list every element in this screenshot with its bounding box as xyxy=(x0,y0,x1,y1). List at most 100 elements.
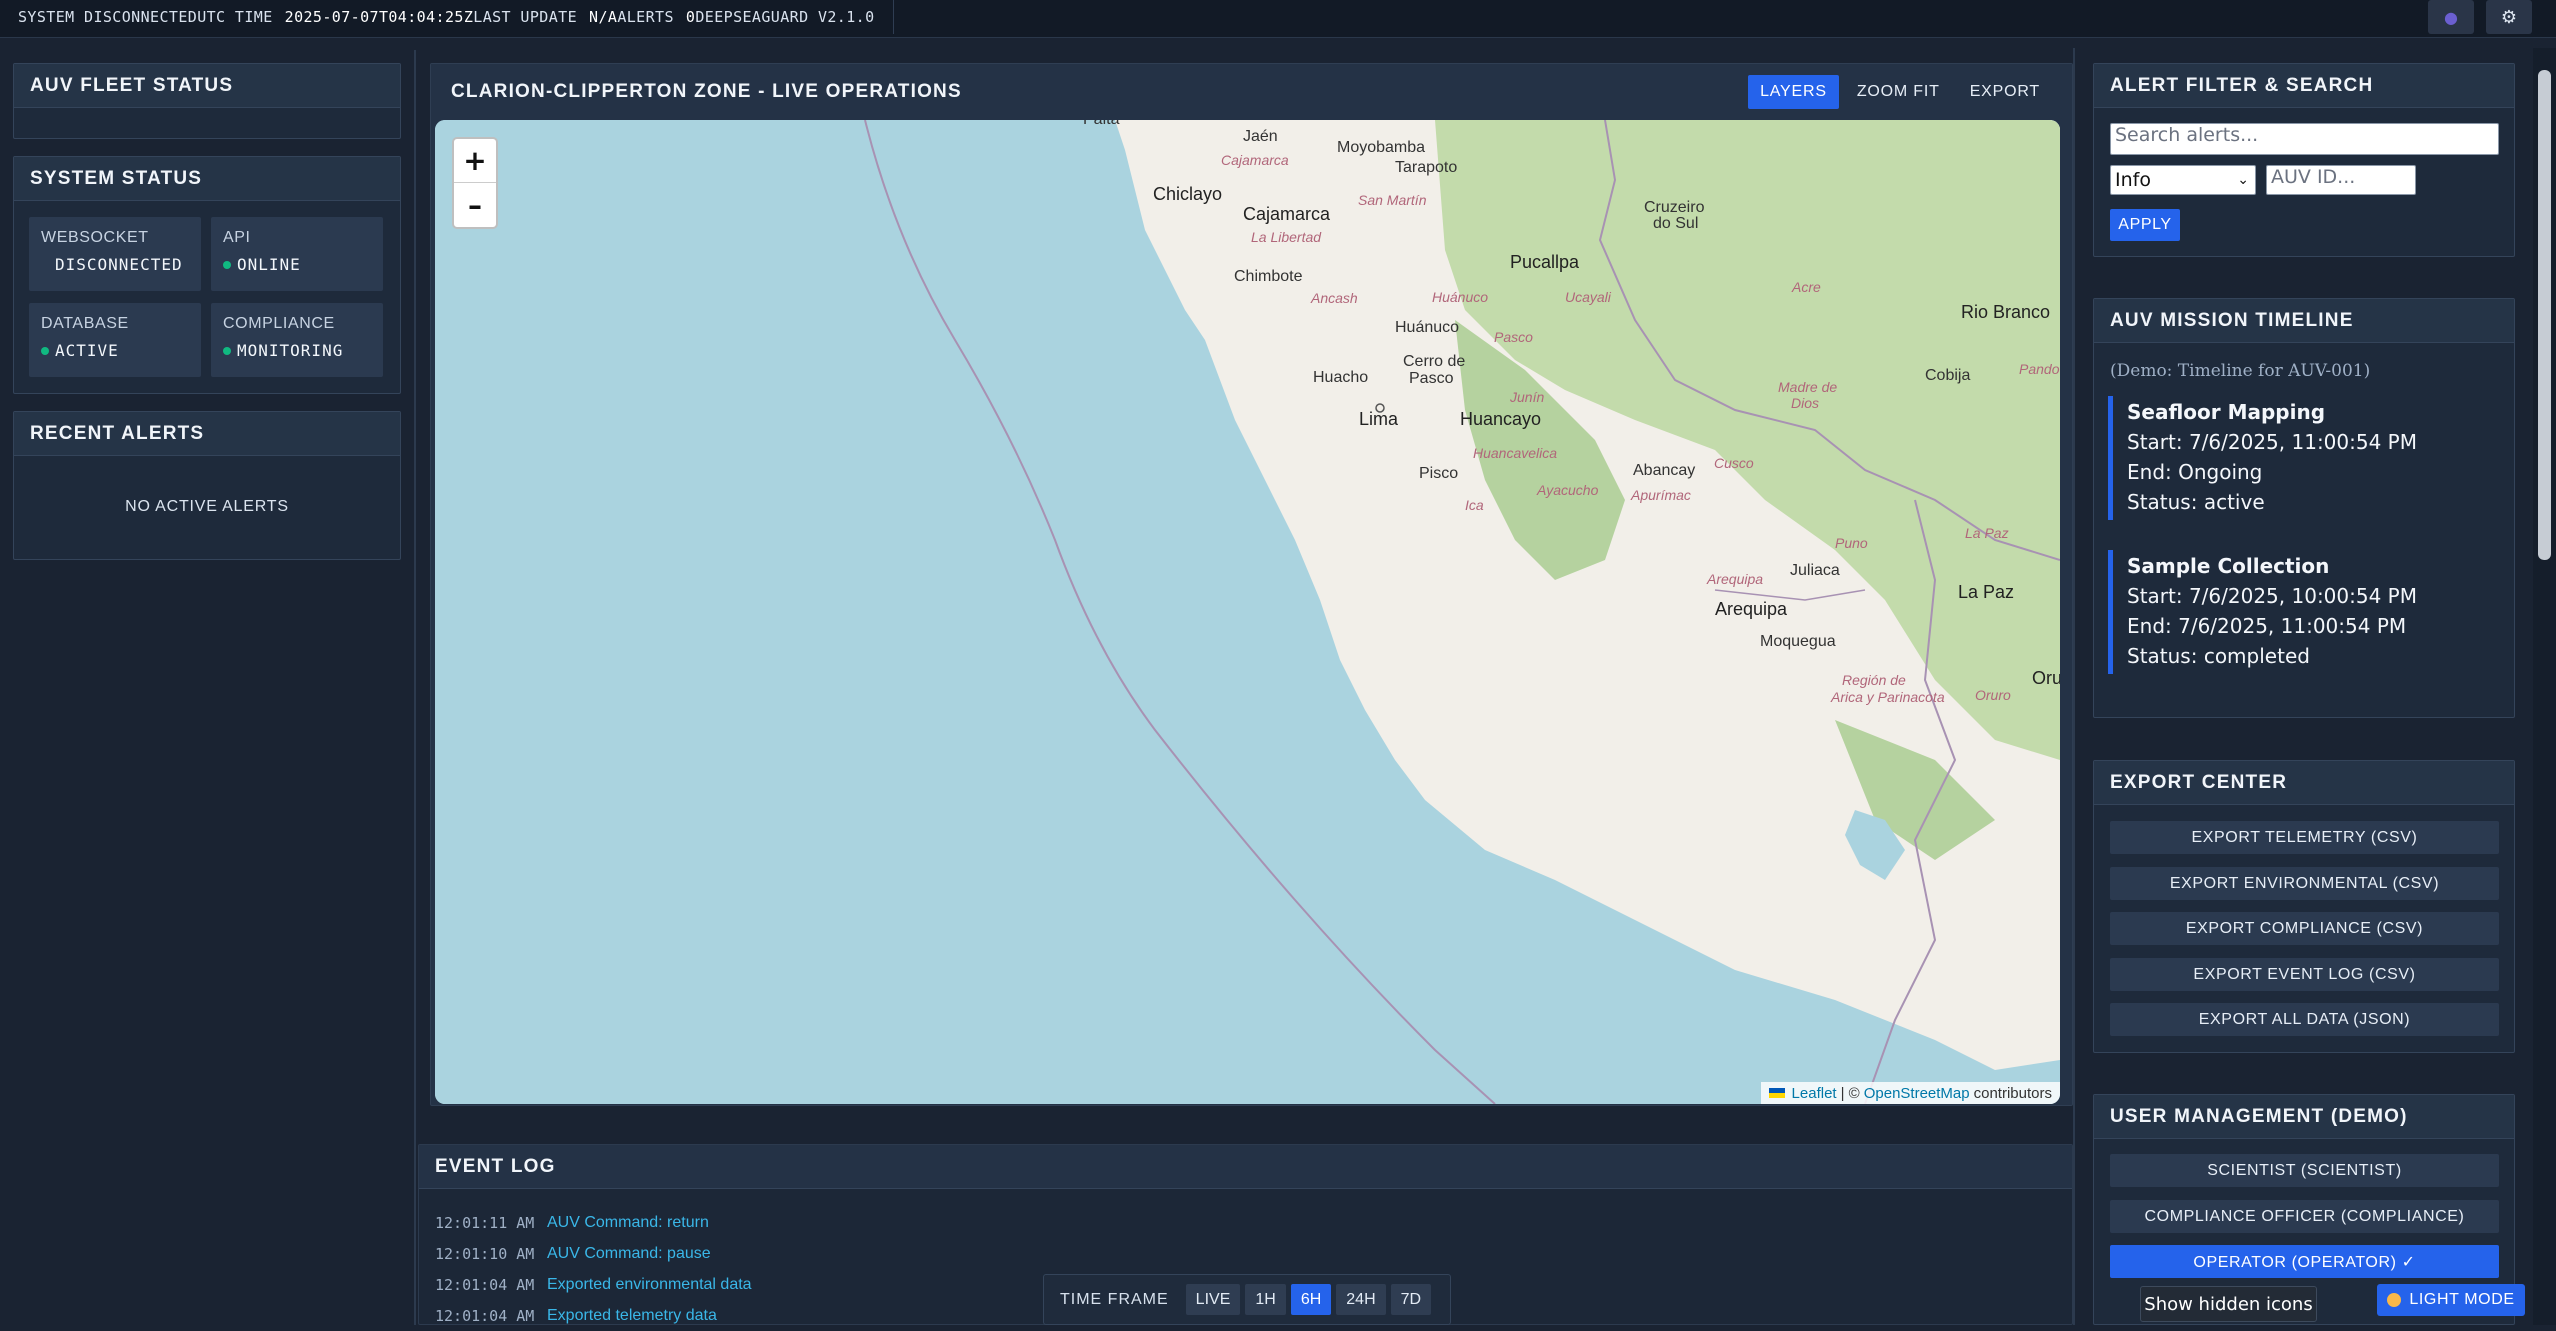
status-dot-icon xyxy=(41,346,49,355)
map-tiles: Chiclayo Cajamarca Pucallpa Lima Huancay… xyxy=(435,120,2060,1104)
user-compliance-button[interactable]: COMPLIANCE OFFICER (COMPLIANCE) xyxy=(2110,1200,2499,1233)
utc-value: 2025-07-07T04:04:25Z xyxy=(284,8,474,26)
auv-id-input[interactable]: AUV ID... xyxy=(2266,165,2416,195)
map-canvas[interactable]: Chiclayo Cajamarca Pucallpa Lima Huancay… xyxy=(435,120,2060,1104)
event-item: 12:01:10 AM AUV Command: pause xyxy=(435,1238,752,1269)
timeframe-6h-button[interactable]: 6H xyxy=(1290,1284,1332,1315)
alert-filter-panel: ALERT FILTER & SEARCH Search alerts... I… xyxy=(2093,63,2515,257)
system-status-title: SYSTEM STATUS xyxy=(14,157,400,201)
leaflet-link[interactable]: Leaflet xyxy=(1792,1085,1837,1102)
map-label-city: Cruzeiro xyxy=(1644,199,1705,216)
map-label-region: Arica y Parinacota xyxy=(1830,689,1945,705)
layers-button[interactable]: LAYERS xyxy=(1748,75,1839,109)
severity-select[interactable]: Info ⌄ xyxy=(2110,165,2256,195)
timeline-item-status: Status: active xyxy=(2127,490,2265,514)
event-list: 12:01:11 AM AUV Command: return 12:01:10… xyxy=(435,1207,752,1331)
utc-label: UTC TIME xyxy=(197,8,273,26)
status-websocket: WEBSOCKET DISCONNECTED xyxy=(29,217,201,291)
alerts-label: ALERTS xyxy=(617,8,674,26)
last-update-label: LAST UPDATE xyxy=(473,8,578,26)
user-icon[interactable]: ● xyxy=(2428,0,2474,34)
light-mode-toggle[interactable]: LIGHT MODE xyxy=(2377,1284,2525,1316)
map-label-region: Ucayali xyxy=(1565,289,1612,305)
no-alerts-text: NO ACTIVE ALERTS xyxy=(125,498,289,515)
app-brand: DEEPSEAGUARD V2.1.0 xyxy=(695,8,875,26)
time-frame-label: TIME FRAME xyxy=(1060,1290,1169,1308)
event-log-title: EVENT LOG xyxy=(419,1145,2072,1189)
status-dot-icon xyxy=(223,260,231,269)
osm-link[interactable]: OpenStreetMap xyxy=(1864,1085,1970,1102)
map-label-region: Acre xyxy=(1791,279,1821,295)
alerts-count: 0 xyxy=(685,8,696,26)
map-label-region: Cusco xyxy=(1714,455,1754,471)
hidden-icons-tooltip: Show hidden icons xyxy=(2140,1286,2317,1322)
last-update-value: N/A xyxy=(589,8,618,26)
event-message: Exported environmental data xyxy=(547,1275,752,1293)
map-label-city: Chiclayo xyxy=(1153,184,1222,204)
apply-button[interactable]: APPLY xyxy=(2110,209,2180,241)
timeframe-7d-button[interactable]: 7D xyxy=(1390,1284,1432,1315)
status-compliance: COMPLIANCE MONITORING xyxy=(211,303,383,377)
map-label-city: Pisco xyxy=(1419,465,1458,482)
map-attribution: Leaflet | © OpenStreetMap contributors xyxy=(1760,1082,2060,1104)
map-label-region: Huancavelica xyxy=(1473,445,1557,461)
timeline-note: (Demo: Timeline for AUV-001) xyxy=(2110,361,2371,381)
map-actions: LAYERS ZOOM FIT EXPORT xyxy=(1748,75,2052,109)
map-label-region: Región de xyxy=(1842,672,1906,688)
status-label: WEBSOCKET xyxy=(41,229,149,246)
map-label-city: Paita xyxy=(1083,120,1120,128)
event-item: 12:01:11 AM AUV Command: return xyxy=(435,1207,752,1238)
map-label-region: Ancash xyxy=(1310,290,1358,306)
export-compliance-button[interactable]: EXPORT COMPLIANCE (CSV) xyxy=(2110,912,2499,945)
export-all-data-button[interactable]: EXPORT ALL DATA (JSON) xyxy=(2110,1003,2499,1036)
status-dot-icon xyxy=(223,346,231,355)
zoom-out-button[interactable]: – xyxy=(454,183,496,227)
timeframe-24h-button[interactable]: 24H xyxy=(1336,1284,1386,1315)
timeline-item-end: End: Ongoing xyxy=(2127,460,2263,484)
timeframe-1h-button[interactable]: 1H xyxy=(1245,1284,1286,1315)
status-grid: WEBSOCKET DISCONNECTED API ONLINE DATABA… xyxy=(29,217,385,377)
timeline-item: Seafloor Mapping Start: 7/6/2025, 11:00:… xyxy=(2108,396,2498,520)
export-telemetry-button[interactable]: EXPORT TELEMETRY (CSV) xyxy=(2110,821,2499,854)
map-label-region: San Martín xyxy=(1358,192,1427,208)
map-panel: CLARION-CLIPPERTON ZONE - LIVE OPERATION… xyxy=(430,63,2073,1106)
map-label-region: Dios xyxy=(1791,395,1819,411)
map-label-region: Apurímac xyxy=(1630,487,1691,503)
export-event-log-button[interactable]: EXPORT EVENT LOG (CSV) xyxy=(2110,958,2499,991)
gear-icon[interactable]: ⚙ xyxy=(2486,0,2532,34)
zoom-fit-button[interactable]: ZOOM FIT xyxy=(1845,75,1952,109)
user-operator-button[interactable]: OPERATOR (OPERATOR) ✓ xyxy=(2110,1245,2499,1278)
status-dot-icon xyxy=(41,261,49,269)
left-sidebar: AUV FLEET STATUS SYSTEM STATUS WEBSOCKET… xyxy=(0,50,416,1325)
map-label-city: Juliaca xyxy=(1790,562,1840,579)
timeline-item-status: Status: completed xyxy=(2127,644,2310,668)
timeframe-live-button[interactable]: LIVE xyxy=(1185,1284,1241,1315)
auv-fleet-title: AUV FLEET STATUS xyxy=(14,64,400,108)
export-center-panel: EXPORT CENTER EXPORT TELEMETRY (CSV) EXP… xyxy=(2093,760,2515,1053)
map-label-city: Chimbote xyxy=(1234,268,1303,285)
map-label-region: Arequipa xyxy=(1706,571,1763,587)
export-environmental-button[interactable]: EXPORT ENVIRONMENTAL (CSV) xyxy=(2110,867,2499,900)
status-label: API xyxy=(223,229,251,246)
chevron-down-icon: ⌄ xyxy=(2237,172,2249,188)
status-database: DATABASE ACTIVE xyxy=(29,303,201,377)
timeline-item-title: Seafloor Mapping xyxy=(2127,400,2326,424)
map-label-region: Huánuco xyxy=(1432,289,1488,305)
map-label-region: Ica xyxy=(1465,497,1484,513)
status-value: ONLINE xyxy=(237,255,301,274)
system-status-panel: SYSTEM STATUS WEBSOCKET DISCONNECTED API… xyxy=(13,156,401,394)
event-message: AUV Command: return xyxy=(547,1213,709,1231)
map-label-city: Pucallpa xyxy=(1510,252,1580,272)
map-label-city: La Paz xyxy=(1958,582,2014,602)
mission-timeline-panel: AUV MISSION TIMELINE (Demo: Timeline for… xyxy=(2093,298,2515,718)
map-label-region: La Libertad xyxy=(1251,229,1322,245)
scrollbar-thumb[interactable] xyxy=(2538,70,2551,560)
map-label-region: Pando xyxy=(2019,361,2060,377)
zoom-in-button[interactable]: + xyxy=(454,139,496,183)
user-scientist-button[interactable]: SCIENTIST (SCIENTIST) xyxy=(2110,1154,2499,1187)
export-map-button[interactable]: EXPORT xyxy=(1958,75,2052,109)
export-center-title: EXPORT CENTER xyxy=(2094,761,2514,805)
map-label-region: La Paz xyxy=(1965,525,2009,541)
status-value: ACTIVE xyxy=(55,341,119,360)
search-alerts-input[interactable]: Search alerts... xyxy=(2110,123,2499,155)
